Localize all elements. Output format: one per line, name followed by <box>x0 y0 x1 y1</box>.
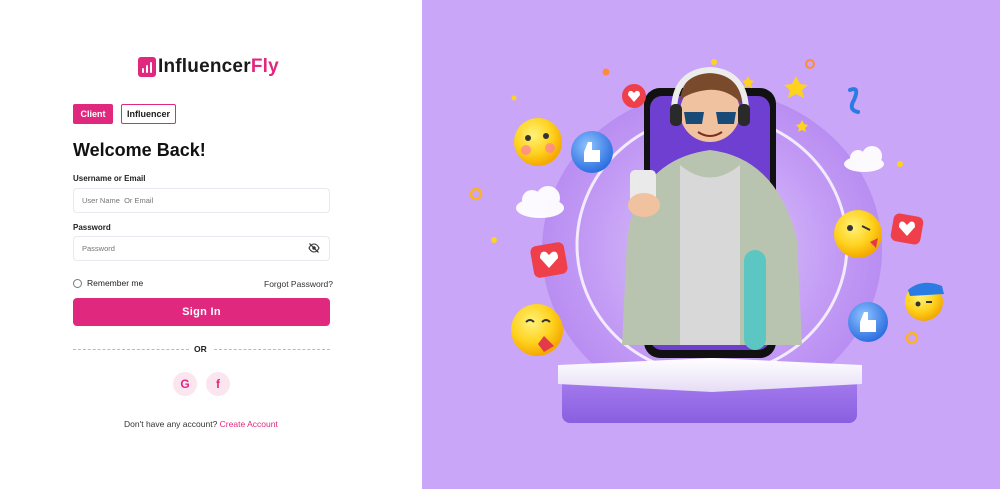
facebook-login-button[interactable]: f <box>206 372 230 396</box>
or-divider-label: OR <box>194 344 207 354</box>
sign-in-button[interactable]: Sign In <box>73 298 330 326</box>
page-title: Welcome Back! <box>73 140 206 160</box>
create-account-link[interactable]: Create Account <box>220 419 278 429</box>
login-panel: InfluencerFly Client Influencer Welcome … <box>0 0 422 493</box>
tab-influencer[interactable]: Influencer <box>121 104 176 124</box>
google-login-button[interactable]: G <box>173 372 197 396</box>
hero-illustration <box>422 0 1000 489</box>
brand-name: InfluencerFly <box>158 56 279 77</box>
password-label: Password <box>73 223 111 232</box>
signup-prompt: Don't have any account? Create Account <box>124 419 278 429</box>
signup-prompt-text: Don't have any account? <box>124 419 218 429</box>
remember-me-label: Remember me <box>87 278 144 288</box>
google-icon: G <box>180 377 190 391</box>
remember-me[interactable]: Remember me <box>73 278 143 288</box>
skateboard <box>744 250 766 350</box>
facebook-icon: f <box>216 377 220 391</box>
person-with-phone-illustration <box>469 59 944 423</box>
username-label: Username or Email <box>73 174 146 183</box>
divider-left <box>73 349 189 350</box>
brand-logo[interactable]: InfluencerFly <box>138 56 279 78</box>
password-input[interactable] <box>73 236 330 261</box>
role-tabs: Client Influencer <box>73 104 176 124</box>
username-input[interactable] <box>73 188 330 213</box>
remember-me-radio[interactable] <box>73 278 82 288</box>
forgot-password-link[interactable]: Forgot Password? <box>264 279 333 289</box>
eye-slash-icon[interactable] <box>308 242 320 254</box>
divider-right <box>214 349 330 350</box>
tab-client[interactable]: Client <box>73 104 113 124</box>
chart-bars-icon <box>138 57 156 77</box>
